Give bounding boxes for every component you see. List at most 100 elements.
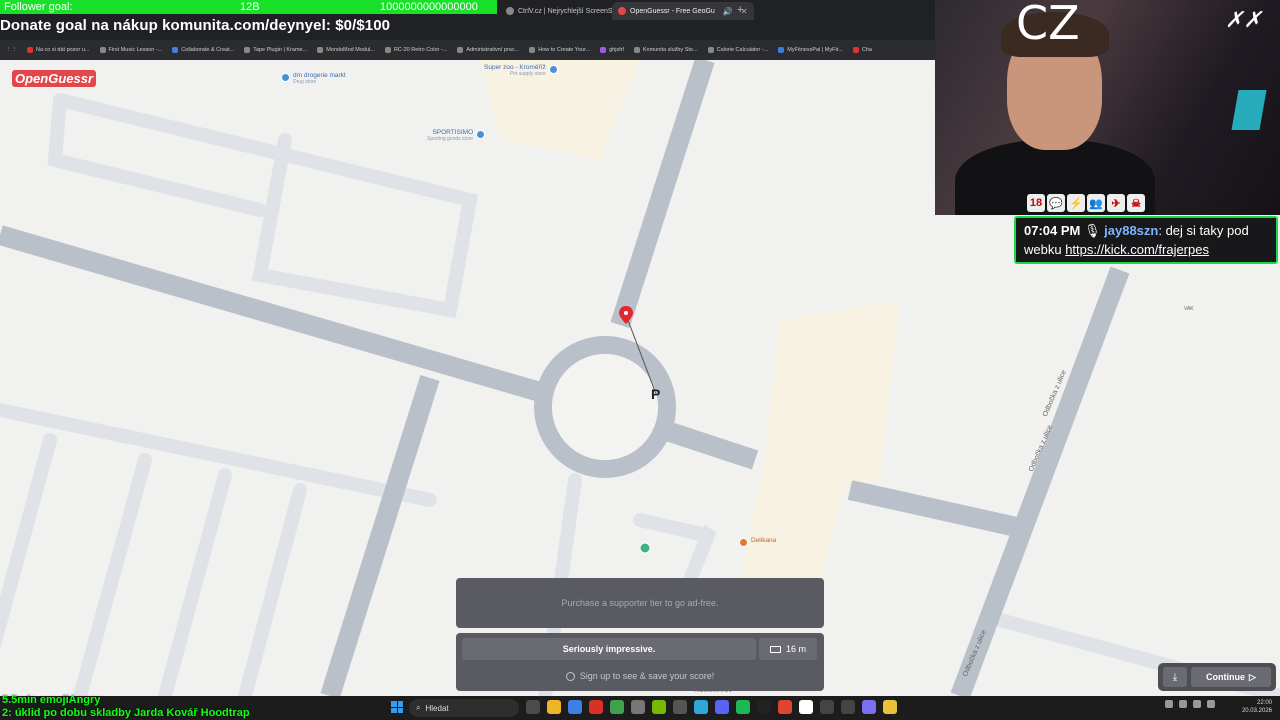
bookmark-item[interactable]: MyFitnessPal | MyFit... <box>778 47 843 53</box>
bookmark-item[interactable]: ghjshf <box>600 47 624 53</box>
taskbar-app-icon[interactable] <box>673 700 687 714</box>
tab-label: OpenGuessr - Free GeoGu <box>630 7 715 15</box>
poi-superzoo[interactable]: Super zoo - Kroměříž Pet supply store <box>484 64 558 77</box>
download-button[interactable]: ⤓ <box>1163 667 1187 687</box>
bookmark-favicon-icon <box>27 47 33 53</box>
taskbar-app-icon[interactable] <box>757 700 771 714</box>
taskbar-app-icon[interactable] <box>862 700 876 714</box>
taskbar-app-icon[interactable] <box>715 700 729 714</box>
bookmark-favicon-icon <box>99 47 106 53</box>
bookmarks-apps-icon[interactable]: ⋮⋮ <box>6 47 17 53</box>
taskbar-app-icon[interactable] <box>547 700 561 714</box>
bookmark-favicon-icon <box>384 47 391 53</box>
bookmark-item[interactable]: How to Create Your... <box>529 47 590 53</box>
people-icon: 👥 <box>1087 194 1105 212</box>
bookmark-item[interactable]: First Music Lesson -... <box>99 47 162 53</box>
follower-goal-label: Follower goal: <box>4 1 73 13</box>
result-panel: Seriously impressive. 16 m Sign up to se… <box>456 633 824 691</box>
map-small-label: VAK <box>1184 306 1194 312</box>
cam-background-light <box>1231 90 1267 130</box>
continue-label: Continue <box>1206 672 1246 682</box>
wifi-icon[interactable] <box>1179 700 1187 708</box>
ad-free-banner[interactable]: Purchase a supporter tier to go ad-free. <box>456 578 824 628</box>
result-message: Seriously impressive. <box>462 638 756 660</box>
age-18-icon: 18 <box>1027 194 1045 212</box>
poi-delikana[interactable]: Delikana <box>739 537 776 547</box>
bookmark-favicon-icon <box>707 47 714 53</box>
continue-controls: ⤓ Continue ▷ <box>1158 663 1276 691</box>
bookmark-favicon-icon <box>778 47 785 53</box>
clock-date: 20.03.2026 <box>1241 708 1272 714</box>
bookmark-favicon-icon <box>633 47 640 53</box>
bookmark-item[interactable]: RC-20 Retro Color -... <box>384 47 447 53</box>
battery-icon[interactable] <box>1207 700 1215 708</box>
restaurant-icon <box>739 538 748 547</box>
shopping-bag-icon <box>548 65 558 74</box>
bookmark-favicon-icon <box>457 47 464 53</box>
tab-openguessr[interactable]: OpenGuessr - Free GeoGu 🔊 ✕ <box>612 2 754 20</box>
taskbar-app-icon[interactable] <box>841 700 855 714</box>
openguessr-logo[interactable]: OpenGuessr <box>12 70 97 87</box>
chat-link[interactable]: https://kick.com/frajerpes <box>1065 242 1209 257</box>
signup-button[interactable]: Sign up to see & save your score! <box>462 665 818 687</box>
cam-badges: 18 💬 ⚡ 👥 ✈ ☠ <box>1027 194 1145 212</box>
bookmark-favicon-icon <box>244 47 251 53</box>
taskbar-search-placeholder: Hledat <box>425 703 449 713</box>
continue-button[interactable]: Continue ▷ <box>1191 667 1271 687</box>
taskbar-app-icon[interactable] <box>652 700 666 714</box>
taskbar-search[interactable]: ⌕ Hledat <box>409 699 519 717</box>
taskbar-app-icon[interactable] <box>610 700 624 714</box>
bookmark-item[interactable]: Administrativní prac... <box>457 47 519 53</box>
taskbar-app-icon[interactable] <box>694 700 708 714</box>
bookmark-item[interactable]: Calorie Calculator -... <box>707 47 768 53</box>
taskbar-app-icon[interactable] <box>526 700 540 714</box>
tray-chevron-icon[interactable] <box>1165 700 1173 708</box>
follower-goal-target: 1000000000000000 <box>380 1 478 13</box>
bookmark-item[interactable]: Tape Plugin | Krame... <box>244 47 307 53</box>
taskbar-apps <box>526 700 897 714</box>
follower-goal-bar: Follower goal: 12B 1000000000000000 <box>0 0 497 14</box>
taskbar-app-icon[interactable] <box>589 700 603 714</box>
shopping-bag-icon <box>281 73 290 82</box>
clock-time: 22:00 <box>1256 700 1272 706</box>
taskbar-app-icon[interactable] <box>568 700 582 714</box>
volume-icon[interactable] <box>1193 700 1201 708</box>
bookmark-favicon-icon <box>600 47 607 53</box>
follower-goal-count: 12B <box>240 1 260 13</box>
taskbar-app-icon[interactable] <box>883 700 897 714</box>
stream-overlay-line1: 5.5min emojiAngry <box>2 694 101 706</box>
taskbar-app-icon[interactable] <box>778 700 792 714</box>
ruler-icon <box>769 645 781 653</box>
plane-icon: ✈ <box>1107 194 1125 212</box>
taskbar-app-icon[interactable] <box>820 700 834 714</box>
system-tray <box>1165 700 1215 708</box>
chat-username[interactable]: jay88szn <box>1104 223 1158 238</box>
taskbar-app-icon[interactable] <box>736 700 750 714</box>
bookmark-item[interactable]: Komunita služby Ste... <box>633 47 698 53</box>
taskbar-app-icon[interactable] <box>799 700 813 714</box>
chat-bubble-icon: 💬 <box>1047 194 1065 212</box>
signup-label: Sign up to see & save your score! <box>579 671 715 681</box>
bookmark-favicon-icon <box>529 47 536 53</box>
user-icon <box>565 671 575 681</box>
shopping-bag-icon <box>476 130 486 139</box>
tab-audio-icon[interactable]: 🔊 <box>723 7 733 16</box>
poi-sportisimo[interactable]: SPORTISIMO Sporting goods store <box>427 129 486 142</box>
bookmarks-bar: ⋮⋮ Na co si dát pozor u... First Music L… <box>0 40 935 60</box>
bookmark-item[interactable]: Cha <box>852 47 872 53</box>
bookmark-item[interactable]: Collaborate & Creat... <box>172 47 234 53</box>
bookmark-item[interactable]: Na co si dát pozor u... <box>27 47 90 53</box>
donate-goal-text: Donate goal na nákup komunita.com/deynye… <box>0 17 391 34</box>
stream-overlay-line2: 2: úklid po dobu skladby Jarda Kovář Hoo… <box>2 707 250 719</box>
bookmark-item[interactable]: MondoMod Modul... <box>317 47 375 53</box>
download-icon: ⤓ <box>1172 671 1178 683</box>
chat-time: 07:04 PM <box>1024 223 1081 238</box>
webcam-feed: CZ ✗✗ 18 💬 ⚡ 👥 ✈ ☠ <box>935 0 1280 215</box>
taskbar-app-icon[interactable] <box>631 700 645 714</box>
new-tab-icon[interactable]: + <box>737 4 743 16</box>
bookmark-favicon-icon <box>317 47 324 53</box>
taskbar-clock[interactable]: 22:00 20.03.2026 <box>1222 699 1272 715</box>
windows-start-icon[interactable] <box>391 701 403 713</box>
poi-dm[interactable]: dm drogerie markt Drug store <box>281 72 346 85</box>
tab-label: CtrlV.cz | Nejrychlejší ScreenSh <box>518 7 617 15</box>
